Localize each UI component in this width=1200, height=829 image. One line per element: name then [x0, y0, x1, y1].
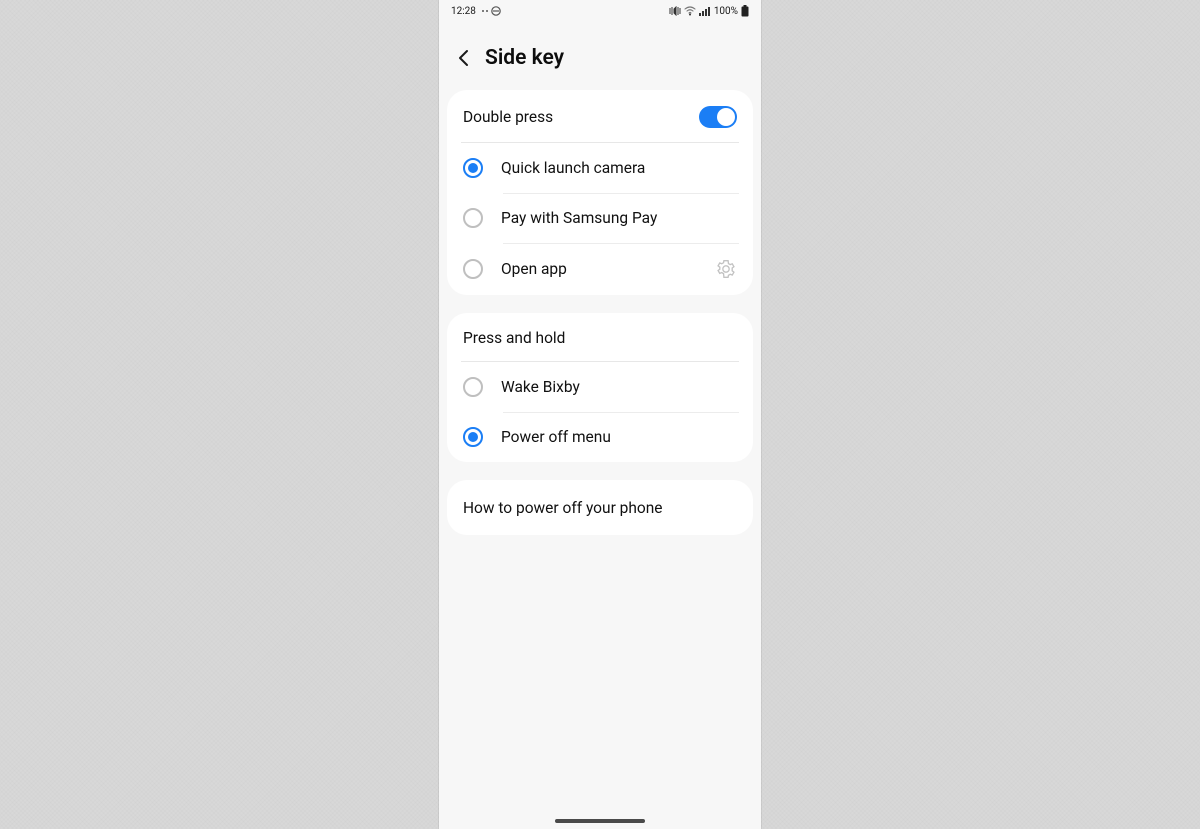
gear-icon [716, 259, 736, 279]
wifi-icon [684, 6, 696, 16]
radio-label: Open app [501, 260, 697, 278]
option-quick-launch-camera[interactable]: Quick launch camera [447, 143, 753, 193]
home-indicator[interactable] [555, 819, 645, 823]
radio-icon [463, 208, 483, 228]
status-time: 12:28 [451, 6, 476, 17]
radio-label: Wake Bixby [501, 378, 737, 396]
how-to-power-off-row[interactable]: How to power off your phone [447, 480, 753, 535]
radio-icon [463, 427, 483, 447]
double-press-title: Double press [463, 108, 553, 126]
option-wake-bixby[interactable]: Wake Bixby [447, 362, 753, 412]
press-hold-section: Press and hold Wake Bixby Power off menu [447, 313, 753, 462]
double-press-header[interactable]: Double press [447, 90, 753, 142]
battery-text: 100% [714, 6, 738, 17]
page-title: Side key [485, 46, 564, 70]
radio-label: Power off menu [501, 428, 737, 446]
press-hold-header: Press and hold [447, 313, 753, 361]
open-app-settings-button[interactable] [715, 258, 737, 280]
signal-icon [699, 6, 711, 16]
radio-label: Quick launch camera [501, 159, 737, 177]
radio-icon [463, 158, 483, 178]
double-press-section: Double press Quick launch camera Pay wit… [447, 90, 753, 295]
page-header: Side key [439, 22, 761, 90]
double-press-toggle[interactable] [699, 106, 737, 128]
status-right: 100% [669, 5, 749, 17]
radio-icon [463, 259, 483, 279]
status-notif-icon [480, 6, 504, 16]
option-pay-samsung-pay[interactable]: Pay with Samsung Pay [447, 193, 753, 243]
vibrate-icon [669, 6, 681, 16]
chevron-left-icon [455, 49, 473, 67]
press-hold-title: Press and hold [463, 329, 565, 347]
option-open-app[interactable]: Open app [447, 243, 753, 295]
status-left: 12:28 [451, 6, 504, 17]
how-to-power-off-label: How to power off your phone [463, 499, 663, 517]
battery-icon [741, 5, 749, 17]
radio-label: Pay with Samsung Pay [501, 209, 737, 227]
option-power-off-menu[interactable]: Power off menu [447, 412, 753, 462]
phone-frame: 12:28 100% [439, 0, 761, 829]
status-bar: 12:28 100% [439, 0, 761, 22]
radio-icon [463, 377, 483, 397]
back-button[interactable] [455, 49, 473, 67]
